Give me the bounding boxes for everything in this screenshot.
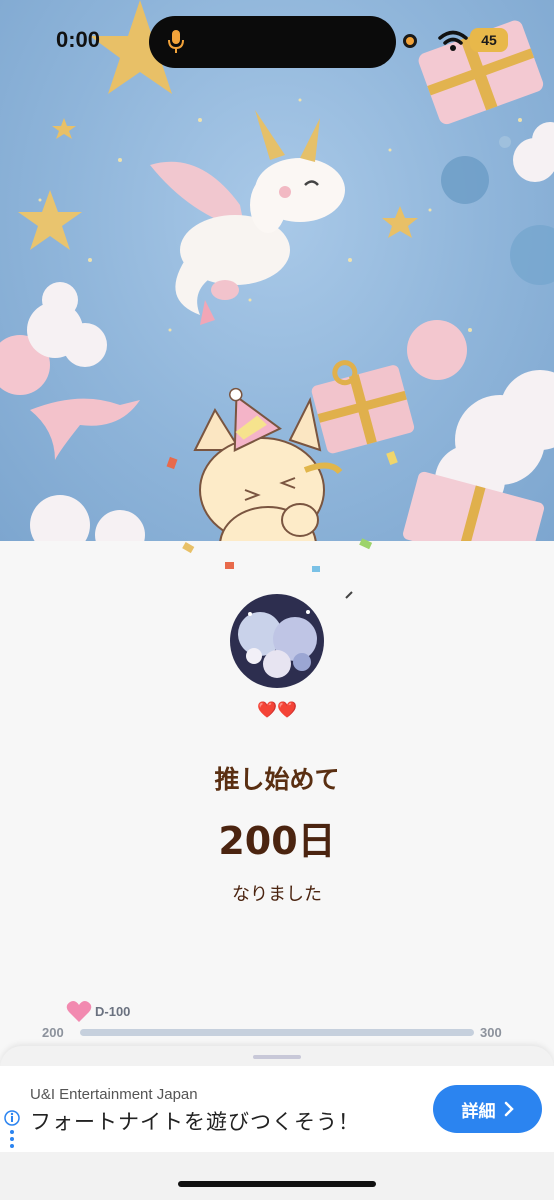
ad-info-icon[interactable]	[4, 1110, 20, 1150]
progress-bar	[80, 1029, 474, 1036]
status-time: 0:00	[56, 27, 101, 52]
progress-label: D-100	[95, 1004, 131, 1019]
progress-start: 200	[42, 1025, 64, 1040]
heart-icon	[66, 1001, 92, 1022]
app-screen: 0:00 45 ❤️❤️ 推し始めて 200日 なりました D-100 200 …	[0, 0, 554, 1200]
ad-advertiser: U&I Entertainment Japan	[30, 1086, 198, 1103]
battery-icon: 45	[470, 28, 508, 52]
mic-icon	[168, 30, 184, 53]
confetti-icon	[166, 450, 398, 599]
ad-details-button[interactable]: 詳細	[433, 1085, 542, 1133]
progress-end: 300	[480, 1025, 502, 1040]
ad-headline[interactable]: フォートナイトを遊びつくそう！	[30, 1106, 360, 1136]
sheet-handle[interactable]	[253, 1055, 301, 1059]
wifi-icon	[438, 30, 468, 51]
day-count: 200日	[218, 819, 336, 863]
home-indicator[interactable]	[178, 1181, 376, 1187]
hearts: ❤️❤️	[257, 700, 297, 719]
avatar[interactable]	[230, 594, 324, 688]
message-line-3: なりました	[232, 884, 322, 905]
dynamic-island	[149, 16, 396, 68]
recording-indicator	[403, 34, 417, 48]
ad-button-label: 詳細	[461, 1101, 496, 1122]
unicorn-dragon-illustration	[150, 110, 345, 325]
status-bar: 0:00 45	[0, 0, 554, 80]
message-line-1: 推し始めて	[214, 765, 340, 794]
avatar-image	[230, 594, 324, 688]
chevron-right-icon	[504, 1101, 514, 1117]
